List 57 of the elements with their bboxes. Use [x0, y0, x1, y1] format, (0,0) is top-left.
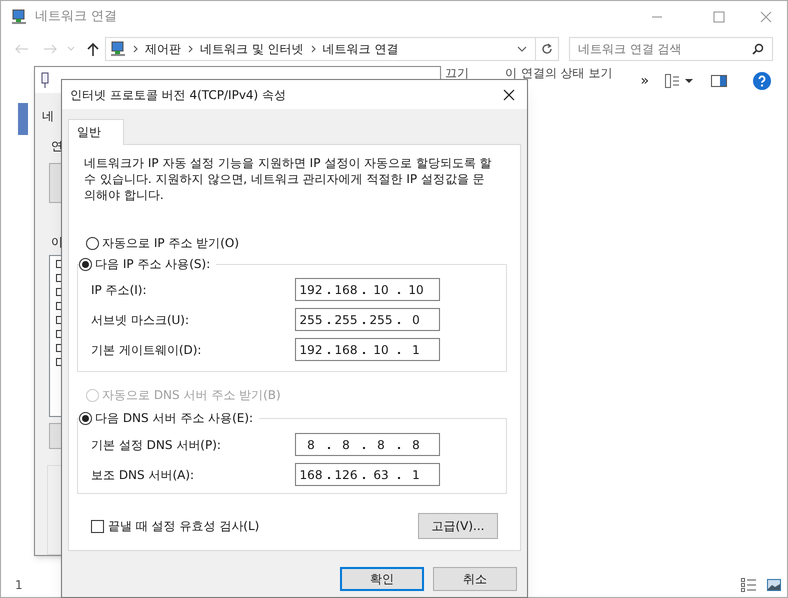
control-panel-icon [110, 40, 126, 56]
large-icons-view-icon[interactable] [767, 579, 781, 591]
label-text: 연 [51, 138, 63, 155]
ip-address-field[interactable]: 168 126 63 1 [295, 463, 440, 486]
dropdown-icon[interactable] [517, 46, 527, 52]
help-icon[interactable] [753, 72, 772, 90]
tab[interactable]: 일반 [68, 119, 124, 145]
ip-address-field[interactable]: 8 8 8 8 [295, 433, 440, 456]
radio-label[interactable]: 다음 DNS 서버 주소 사용(E): [95, 409, 254, 427]
breadcrumb-item[interactable]: 네트워크 연결 [322, 40, 398, 58]
selected-item-background [18, 103, 28, 135]
toolbar-item[interactable]: 이 연결의 상태 보기 [505, 66, 612, 80]
radio-label[interactable]: 자동으로 IP 주소 받기(O) [102, 234, 240, 252]
field-label: 서브넷 마스크(U): [91, 312, 190, 328]
refresh-icon[interactable] [541, 42, 553, 54]
tab-label[interactable]: 네 [42, 107, 54, 125]
adapter-icon [41, 72, 49, 88]
chevron-icon [133, 44, 138, 52]
more-button[interactable]: » [640, 70, 650, 92]
preview-pane-icon[interactable] [711, 75, 728, 87]
up-arrow-icon[interactable] [87, 42, 99, 56]
button-background [49, 163, 61, 203]
network-icon [11, 8, 27, 24]
field-label: 기본 게이트웨이(D): [91, 342, 202, 358]
search-field[interactable]: 네트워크 연결 검색 [569, 36, 773, 60]
ip-address-field[interactable]: 192 168 10 1 [295, 338, 440, 361]
field-label: 보조 DNS 서버(A): [91, 466, 196, 484]
search-icon [752, 42, 764, 54]
ok-button[interactable]: 확인 [340, 567, 424, 591]
chevron-icon [188, 44, 193, 52]
button-background [49, 423, 61, 449]
checkbox-label[interactable]: 끝낼 때 설정 유효성 검사(L) [108, 517, 260, 535]
radio-button[interactable] [86, 236, 99, 250]
breadcrumb-item[interactable]: 네트워크 및 인터넷 [200, 40, 304, 58]
view-options-icon[interactable] [665, 74, 694, 88]
cancel-button[interactable]: 취소 [433, 567, 517, 591]
toolbar-item[interactable]: 끄기 [445, 66, 469, 80]
description-text: 네트워크가 IP 자동 설정 기능을 지원하면 IP 설정이 자동으로 할당되도록 할 수 있습니다. 지원하지 않으면, 네트워크 관리자에게 적절한 IP 설정값을 문의해야 합니다. [84, 155, 493, 203]
status-text: 1 [15, 577, 23, 594]
label-text: 이 [51, 234, 63, 251]
details-view-icon[interactable] [741, 578, 757, 592]
field-label: 기본 설정 DNS 서버(P): [91, 436, 222, 454]
field-label: IP 주소(I): [91, 282, 148, 298]
maximize-icon[interactable] [713, 10, 725, 22]
radio-label[interactable]: 다음 IP 주소 사용(S): [95, 255, 210, 273]
close-icon[interactable] [503, 88, 515, 100]
window-title: 네트워크 연결 [35, 8, 118, 26]
dialog-title: 인터넷 프로토콜 버전 4(TCP/IPv4) 속성 [70, 86, 288, 104]
address-bar[interactable]: 제어판 네트워크 및 인터넷 네트워크 연결 [105, 36, 559, 60]
ip-address-field[interactable]: 255 255 255 0 [295, 308, 440, 331]
chevron-icon [310, 44, 316, 52]
breadcrumb-item[interactable]: 제어판 [145, 40, 181, 58]
advanced-button[interactable]: 고급(V)... [418, 513, 498, 539]
radio-button[interactable] [79, 412, 92, 424]
ip-address-field[interactable]: 192 168 10 10 [295, 278, 440, 301]
checkbox[interactable] [91, 520, 104, 532]
radio-button[interactable] [79, 258, 92, 270]
